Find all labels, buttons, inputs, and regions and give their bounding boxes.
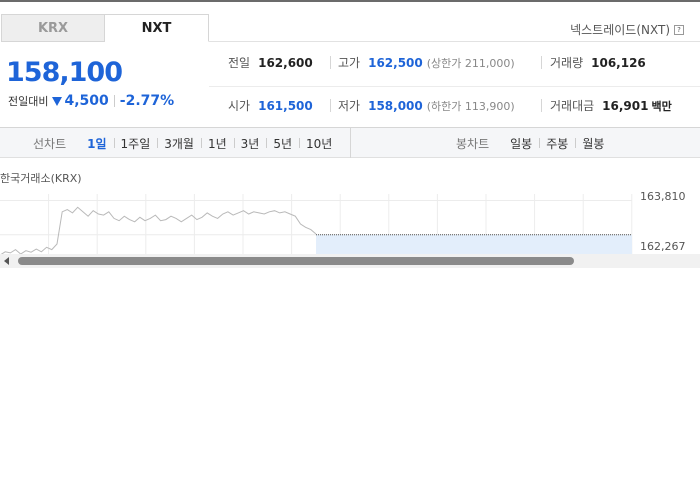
help-icon[interactable]: ? xyxy=(674,24,684,35)
stat-unit: 백만 xyxy=(651,99,672,113)
stat-value: 161,500 xyxy=(258,98,313,113)
stat-trade-value: 거래대금 16,901 백만 xyxy=(550,97,672,114)
top-border xyxy=(0,0,700,2)
candle-chart-title: 봉차트 xyxy=(456,136,490,151)
change-percent: -2.77% xyxy=(119,93,175,109)
stat-key: 전일 xyxy=(228,56,251,70)
options-divider xyxy=(350,128,351,158)
chart-options-bar: 선차트 1일 1주일 3개월 1년 3년 5년 10년 봉차트 일봉 주봉 월봉 xyxy=(0,128,700,158)
stat-low: 저가 158,000 (하한가 113,900) xyxy=(338,97,515,114)
stat-key: 거래대금 xyxy=(550,99,595,113)
line-chart-title: 선차트 xyxy=(33,136,67,151)
change-label: 전일대비 xyxy=(8,95,49,108)
scroll-left-icon[interactable] xyxy=(4,257,9,265)
tab-underline xyxy=(209,41,700,42)
stat-limit: (상한가 211,000) xyxy=(426,56,515,70)
stat-key: 거래량 xyxy=(550,56,584,70)
market-tabs: KRX NXT xyxy=(1,14,209,42)
stat-value: 162,500 xyxy=(368,55,423,70)
period-1w[interactable]: 1주일 xyxy=(113,135,158,152)
nxt-label-text: 넥스트레이드(NXT) xyxy=(570,23,670,37)
chart-scrollbar[interactable] xyxy=(0,254,700,268)
stat-value: 158,000 xyxy=(368,98,423,113)
stat-prev-close: 전일 162,600 xyxy=(228,54,313,71)
stat-volume: 거래량 106,126 xyxy=(550,54,646,71)
stat-high: 고가 162,500 (상한가 211,000) xyxy=(338,54,515,71)
period-5y[interactable]: 5년 xyxy=(266,135,299,152)
tab-krx[interactable]: KRX xyxy=(1,14,105,42)
stat-value: 106,126 xyxy=(591,55,646,70)
stat-divider xyxy=(541,56,542,69)
period-1d[interactable]: 1일 xyxy=(80,135,113,152)
candle-weekly[interactable]: 주봉 xyxy=(539,135,575,152)
intraday-chart xyxy=(0,194,633,256)
stat-divider xyxy=(330,56,331,69)
stat-limit: (하한가 113,900) xyxy=(426,99,515,113)
y-tick-label: 162,267 xyxy=(640,240,686,253)
period-3y[interactable]: 3년 xyxy=(233,135,267,152)
stat-open: 시가 161,500 xyxy=(228,97,313,114)
stat-value: 162,600 xyxy=(258,55,313,70)
y-tick-label: 163,810 xyxy=(640,190,686,203)
stat-key: 고가 xyxy=(338,56,361,70)
stat-value: 16,901 xyxy=(602,98,649,113)
candle-chart-options: 봉차트 일봉 주봉 월봉 xyxy=(456,128,611,158)
stat-divider xyxy=(541,99,542,112)
change-separator xyxy=(113,95,115,107)
stat-key: 저가 xyxy=(338,99,361,113)
down-arrow-icon xyxy=(52,96,63,106)
tab-nxt[interactable]: NXT xyxy=(105,14,209,42)
stats-row-divider xyxy=(209,86,700,87)
future-area xyxy=(316,234,632,254)
period-1y[interactable]: 1년 xyxy=(200,135,234,152)
period-3m[interactable]: 3개월 xyxy=(157,135,201,152)
stat-key: 시가 xyxy=(228,99,251,113)
chart-source: 한국거래소(KRX) xyxy=(0,172,82,185)
line-chart-options: 선차트 1일 1주일 3개월 1년 3년 5년 10년 xyxy=(33,128,339,158)
nxt-market-label: 넥스트레이드(NXT) ? xyxy=(570,21,684,38)
price-change: 전일대비 4,500 -2.77% xyxy=(8,93,174,109)
stat-divider xyxy=(330,99,331,112)
period-10y[interactable]: 10년 xyxy=(299,135,339,152)
price-line xyxy=(0,206,317,256)
current-price: 158,100 xyxy=(6,57,123,88)
scroll-thumb[interactable] xyxy=(18,257,574,265)
change-amount: 4,500 xyxy=(64,93,109,109)
candle-monthly[interactable]: 월봉 xyxy=(575,135,611,152)
candle-daily[interactable]: 일봉 xyxy=(503,135,539,152)
